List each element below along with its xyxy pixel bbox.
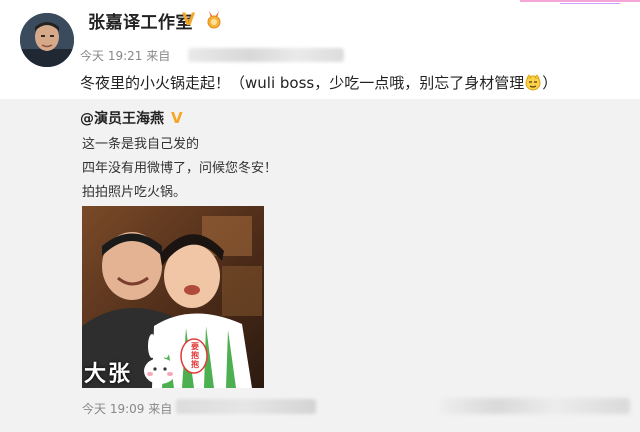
avatar-image (20, 13, 74, 67)
repost-actions-blurred (440, 398, 630, 414)
photo-sticker-text: 要抱抱 (191, 342, 199, 369)
medal-icon[interactable] (204, 9, 224, 29)
post-timestamp[interactable]: 今天 19:21 来自 (80, 47, 170, 64)
repost-text-line-1: 这一条是我自己发的 (82, 137, 200, 152)
post-text: 冬夜里的小火锅走起！（wuli boss，少吃一点哦，别忘了身材管理 ） (80, 72, 557, 93)
author-name[interactable]: 张嘉译工作室 (88, 8, 193, 33)
repost-source-blurred (176, 399, 316, 414)
repost-photo[interactable]: 大张 要抱抱 (82, 206, 264, 388)
photo-caption: 大张 (84, 362, 133, 387)
avatar[interactable] (20, 13, 74, 67)
repost-text-line-3: 拍拍照片吃火锅。 (82, 185, 187, 200)
svg-text:V: V (171, 109, 183, 125)
repost-text-line-2: 四年没有用微博了，问候您冬安！ (82, 161, 278, 176)
header-decoration (520, 0, 640, 4)
repost-author-link[interactable]: @演员王海燕 (80, 108, 164, 128)
repost-timestamp[interactable]: 今天 19:09 来自 (82, 400, 172, 417)
post-source-blurred (188, 48, 344, 62)
svg-text:V: V (182, 10, 196, 28)
verified-badge-icon: V (182, 10, 196, 28)
post-text-main: 冬夜里的小火锅走起！（wuli boss，少吃一点哦，别忘了身材管理 (80, 74, 525, 92)
post-text-end: ） (542, 74, 558, 92)
smug-face-emoji-icon (525, 74, 541, 91)
verified-badge-icon: V (171, 109, 183, 125)
